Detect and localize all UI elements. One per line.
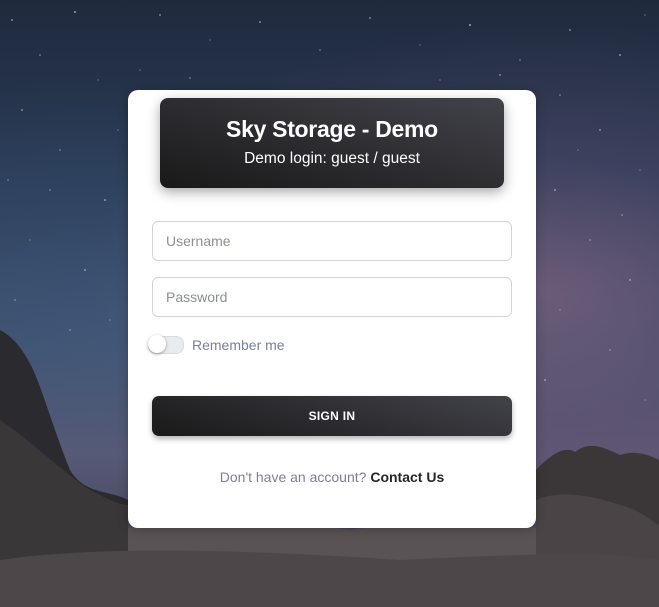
demo-credentials-hint: Demo login: guest / guest — [244, 150, 420, 167]
password-input[interactable] — [153, 278, 509, 316]
sign-in-button[interactable]: SIGN IN — [152, 396, 512, 436]
toggle-knob — [148, 335, 166, 353]
signup-prompt: Don't have an account? Contact Us — [128, 469, 536, 485]
page-title: Sky Storage - Demo — [226, 116, 438, 142]
contact-us-link[interactable]: Contact Us — [370, 469, 444, 485]
remember-me-label[interactable]: Remember me — [192, 337, 285, 353]
username-field-wrapper — [152, 221, 512, 261]
signup-prompt-text: Don't have an account? — [219, 469, 367, 485]
password-field-wrapper — [152, 277, 512, 317]
login-card: Sky Storage - Demo Demo login: guest / g… — [128, 90, 536, 528]
remember-me-toggle[interactable] — [148, 335, 184, 354]
username-input[interactable] — [153, 222, 509, 260]
remember-me-row: Remember me — [148, 334, 285, 356]
card-header: Sky Storage - Demo Demo login: guest / g… — [160, 98, 504, 188]
